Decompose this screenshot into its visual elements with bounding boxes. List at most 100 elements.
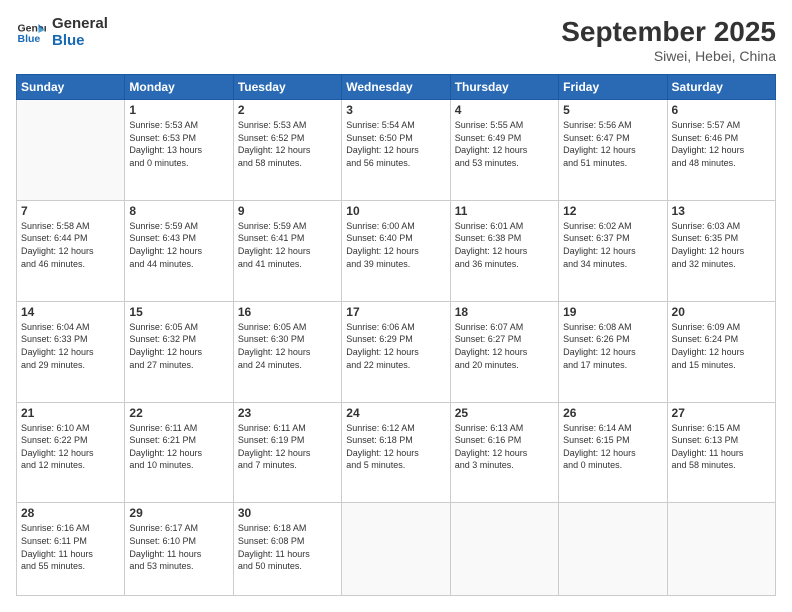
calendar-week-row: 14 Sunrise: 6:04 AM Sunset: 6:33 PM Dayli… (17, 301, 776, 402)
day-number: 16 (238, 305, 337, 319)
cell-info: Sunrise: 6:03 AM Sunset: 6:35 PM Dayligh… (672, 220, 771, 270)
day-number: 9 (238, 204, 337, 218)
day-number: 6 (672, 103, 771, 117)
header: General Blue General Blue September 2025… (16, 16, 776, 64)
calendar-cell (559, 503, 667, 596)
day-number: 30 (238, 506, 337, 520)
col-wednesday: Wednesday (342, 75, 450, 100)
weekday-header-row: Sunday Monday Tuesday Wednesday Thursday… (17, 75, 776, 100)
day-number: 4 (455, 103, 554, 117)
calendar-cell: 10Sunrise: 6:00 AM Sunset: 6:40 PM Dayli… (342, 200, 450, 301)
cell-info: Sunrise: 6:05 AM Sunset: 6:30 PM Dayligh… (238, 321, 337, 371)
day-number: 17 (346, 305, 445, 319)
calendar-cell: 29 Sunrise: 6:17 AM Sunset: 6:10 PM Dayli… (125, 503, 233, 596)
calendar-cell (667, 503, 775, 596)
calendar-cell: 18 Sunrise: 6:07 AM Sunset: 6:27 PM Dayli… (450, 301, 558, 402)
calendar-cell: 25Sunrise: 6:13 AM Sunset: 6:16 PM Dayli… (450, 402, 558, 503)
calendar-body: 1 Sunrise: 5:53 AM Sunset: 6:53 PM Daylig… (17, 100, 776, 596)
calendar-week-row: 7 Sunrise: 5:58 AM Sunset: 6:44 PM Daylig… (17, 200, 776, 301)
cell-info: Sunrise: 6:06 AM Sunset: 6:29 PM Dayligh… (346, 321, 445, 371)
cell-info: Sunrise: 6:15 AM Sunset: 6:13 PM Dayligh… (672, 422, 771, 472)
cell-info: Sunrise: 6:05 AM Sunset: 6:32 PM Dayligh… (129, 321, 228, 371)
cell-info: Sunrise: 6:10 AM Sunset: 6:22 PM Dayligh… (21, 422, 120, 472)
cell-info: Sunrise: 6:02 AM Sunset: 6:37 PM Dayligh… (563, 220, 662, 270)
cell-info: Sunrise: 6:11 AM Sunset: 6:19 PM Dayligh… (238, 422, 337, 472)
col-friday: Friday (559, 75, 667, 100)
day-number: 19 (563, 305, 662, 319)
calendar-cell: 5Sunrise: 5:56 AM Sunset: 6:47 PM Daylig… (559, 100, 667, 201)
col-tuesday: Tuesday (233, 75, 341, 100)
logo-text-line1: General (52, 16, 108, 33)
cell-info: Sunrise: 5:59 AM Sunset: 6:43 PM Dayligh… (129, 220, 228, 270)
calendar-cell: 28 Sunrise: 6:16 AM Sunset: 6:11 PM Dayli… (17, 503, 125, 596)
day-number: 21 (21, 406, 120, 420)
col-thursday: Thursday (450, 75, 558, 100)
svg-text:Blue: Blue (18, 33, 41, 45)
calendar-cell: 30 Sunrise: 6:18 AM Sunset: 6:08 PM Dayli… (233, 503, 341, 596)
day-number: 18 (455, 305, 554, 319)
day-number: 8 (129, 204, 228, 218)
calendar-cell: 27 Sunrise: 6:15 AM Sunset: 6:13 PM Dayli… (667, 402, 775, 503)
day-number: 29 (129, 506, 228, 520)
calendar-cell: 8 Sunrise: 5:59 AM Sunset: 6:43 PM Daylig… (125, 200, 233, 301)
calendar-cell: 21 Sunrise: 6:10 AM Sunset: 6:22 PM Dayli… (17, 402, 125, 503)
location-subtitle: Siwei, Hebei, China (561, 48, 776, 64)
day-number: 20 (672, 305, 771, 319)
day-number: 11 (455, 204, 554, 218)
col-saturday: Saturday (667, 75, 775, 100)
page: General Blue General Blue September 2025… (0, 0, 792, 612)
calendar-cell: 19Sunrise: 6:08 AM Sunset: 6:26 PM Dayli… (559, 301, 667, 402)
cell-info: Sunrise: 5:59 AM Sunset: 6:41 PM Dayligh… (238, 220, 337, 270)
calendar-cell (17, 100, 125, 201)
cell-info: Sunrise: 6:00 AM Sunset: 6:40 PM Dayligh… (346, 220, 445, 270)
calendar-cell: 11 Sunrise: 6:01 AM Sunset: 6:38 PM Dayli… (450, 200, 558, 301)
calendar-cell: 26 Sunrise: 6:14 AM Sunset: 6:15 PM Dayli… (559, 402, 667, 503)
cell-info: Sunrise: 6:13 AM Sunset: 6:16 PM Dayligh… (455, 422, 554, 472)
calendar-cell: 2Sunrise: 5:53 AM Sunset: 6:52 PM Daylig… (233, 100, 341, 201)
calendar-cell: 17 Sunrise: 6:06 AM Sunset: 6:29 PM Dayli… (342, 301, 450, 402)
calendar-cell: 23 Sunrise: 6:11 AM Sunset: 6:19 PM Dayli… (233, 402, 341, 503)
day-number: 15 (129, 305, 228, 319)
cell-info: Sunrise: 5:56 AM Sunset: 6:47 PM Dayligh… (563, 119, 662, 169)
title-area: September 2025 Siwei, Hebei, China (561, 16, 776, 64)
cell-info: Sunrise: 5:54 AM Sunset: 6:50 PM Dayligh… (346, 119, 445, 169)
day-number: 28 (21, 506, 120, 520)
calendar-cell: 7 Sunrise: 5:58 AM Sunset: 6:44 PM Daylig… (17, 200, 125, 301)
calendar-cell (342, 503, 450, 596)
cell-info: Sunrise: 6:14 AM Sunset: 6:15 PM Dayligh… (563, 422, 662, 472)
day-number: 27 (672, 406, 771, 420)
cell-info: Sunrise: 6:16 AM Sunset: 6:11 PM Dayligh… (21, 522, 120, 572)
cell-info: Sunrise: 5:58 AM Sunset: 6:44 PM Dayligh… (21, 220, 120, 270)
cell-info: Sunrise: 6:11 AM Sunset: 6:21 PM Dayligh… (129, 422, 228, 472)
logo: General Blue General Blue (16, 16, 108, 49)
calendar-cell: 13Sunrise: 6:03 AM Sunset: 6:35 PM Dayli… (667, 200, 775, 301)
calendar-cell: 14 Sunrise: 6:04 AM Sunset: 6:33 PM Dayli… (17, 301, 125, 402)
calendar-cell: 12Sunrise: 6:02 AM Sunset: 6:37 PM Dayli… (559, 200, 667, 301)
day-number: 23 (238, 406, 337, 420)
day-number: 14 (21, 305, 120, 319)
calendar-cell: 3 Sunrise: 5:54 AM Sunset: 6:50 PM Daylig… (342, 100, 450, 201)
day-number: 7 (21, 204, 120, 218)
calendar-week-row: 28 Sunrise: 6:16 AM Sunset: 6:11 PM Dayli… (17, 503, 776, 596)
logo-icon: General Blue (16, 18, 46, 48)
calendar-cell: 4 Sunrise: 5:55 AM Sunset: 6:49 PM Daylig… (450, 100, 558, 201)
cell-info: Sunrise: 6:07 AM Sunset: 6:27 PM Dayligh… (455, 321, 554, 371)
day-number: 26 (563, 406, 662, 420)
day-number: 3 (346, 103, 445, 117)
cell-info: Sunrise: 6:18 AM Sunset: 6:08 PM Dayligh… (238, 522, 337, 572)
calendar-cell: 1 Sunrise: 5:53 AM Sunset: 6:53 PM Daylig… (125, 100, 233, 201)
cell-info: Sunrise: 6:17 AM Sunset: 6:10 PM Dayligh… (129, 522, 228, 572)
day-number: 1 (129, 103, 228, 117)
cell-info: Sunrise: 6:01 AM Sunset: 6:38 PM Dayligh… (455, 220, 554, 270)
calendar-cell: 22Sunrise: 6:11 AM Sunset: 6:21 PM Dayli… (125, 402, 233, 503)
cell-info: Sunrise: 5:55 AM Sunset: 6:49 PM Dayligh… (455, 119, 554, 169)
calendar-cell: 24Sunrise: 6:12 AM Sunset: 6:18 PM Dayli… (342, 402, 450, 503)
col-monday: Monday (125, 75, 233, 100)
logo-text-line2: Blue (52, 33, 108, 50)
month-title: September 2025 (561, 16, 776, 48)
day-number: 2 (238, 103, 337, 117)
cell-info: Sunrise: 6:04 AM Sunset: 6:33 PM Dayligh… (21, 321, 120, 371)
cell-info: Sunrise: 5:53 AM Sunset: 6:53 PM Dayligh… (129, 119, 228, 169)
day-number: 24 (346, 406, 445, 420)
calendar-cell: 20Sunrise: 6:09 AM Sunset: 6:24 PM Dayli… (667, 301, 775, 402)
